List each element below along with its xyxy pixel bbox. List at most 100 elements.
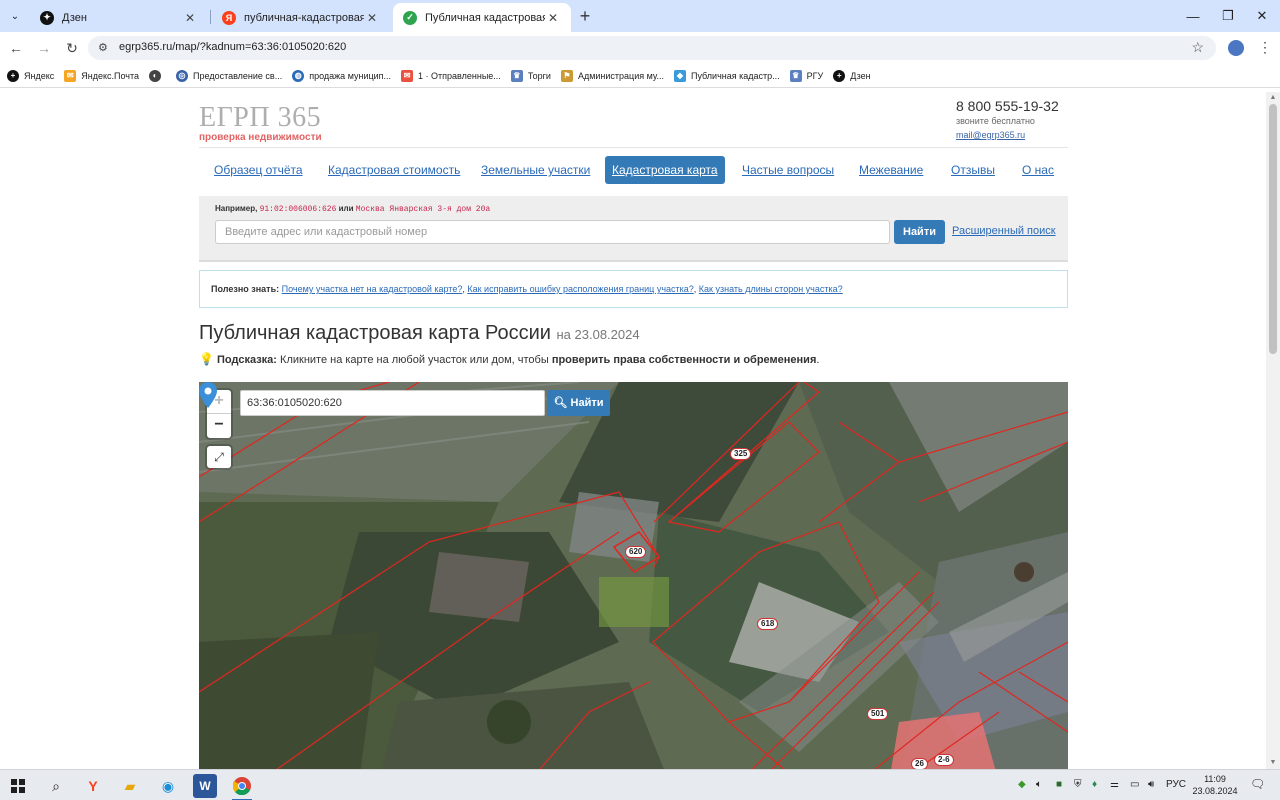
tab-title: Публичная кадастровая карта: [425, 11, 545, 24]
bookmark-yandex[interactable]: + Яндекс: [7, 69, 54, 82]
tray-app-icon-2[interactable]: ♦: [1092, 779, 1097, 790]
page-title-date: на 23.08.2024: [556, 327, 640, 342]
nav-cadastral-value[interactable]: Кадастровая стоимость: [328, 156, 460, 184]
profile-avatar[interactable]: [1228, 40, 1244, 56]
network-icon[interactable]: ▭: [1130, 779, 1139, 790]
bookmark-label: 1 · Отправленные...: [418, 70, 501, 81]
chrome-icon[interactable]: [230, 774, 254, 800]
edge-icon[interactable]: ◉: [156, 774, 180, 798]
zoom-out-button[interactable]: −: [207, 414, 231, 438]
tray-app-icon[interactable]: ■: [1056, 779, 1062, 790]
reload-button[interactable]: ↻: [62, 38, 82, 58]
volume-mixer-icon[interactable]: 🔈︎: [1036, 779, 1042, 790]
tab-search-button[interactable]: ⌄: [4, 6, 26, 26]
address-bar[interactable]: ⚙ egrp365.ru/map/?kadnum=63:36:0105020:6…: [88, 36, 1216, 60]
site-logo[interactable]: ЕГРП 365 проверка недвижимости: [199, 104, 322, 144]
start-windows-icon[interactable]: [6, 774, 30, 798]
tab-dzen[interactable]: ✦ Дзен ✕: [30, 3, 208, 32]
advanced-search-link[interactable]: Расширенный поиск: [952, 225, 1056, 237]
parcel-label[interactable]: 501: [867, 708, 889, 720]
search-icon: 🔍︎: [553, 397, 568, 409]
parcel-label[interactable]: 26: [911, 758, 928, 769]
cadastral-map[interactable]: + − ⤢ 63:36:0105020:620 🔍︎ Найти 325 620…: [199, 382, 1068, 769]
parcel-label[interactable]: 618: [757, 618, 779, 630]
bookmark-yandex-mail[interactable]: ✉ Яндекс.Почта: [64, 69, 139, 82]
bookmark-torgi[interactable]: ♛ Торги: [510, 69, 551, 82]
gov-icon: ◎: [176, 69, 189, 82]
map-marker-icon[interactable]: [199, 382, 217, 408]
restore-button[interactable]: ❐: [1210, 0, 1246, 32]
clock-date: 23.08.2024: [1192, 786, 1238, 796]
useful-link-side-lengths[interactable]: Как узнать длины сторон участка?: [699, 284, 843, 294]
useful-label: Полезно знать:: [211, 284, 280, 294]
search-button[interactable]: Найти: [894, 220, 945, 244]
bookmark-label: Администрация му...: [577, 70, 664, 81]
scroll-down-icon[interactable]: ▼: [1266, 757, 1280, 769]
file-explorer-icon[interactable]: ▰: [118, 774, 142, 798]
nav-surveying[interactable]: Межевание: [859, 156, 923, 184]
search-icon[interactable]: ⌕: [44, 774, 68, 798]
bookmark-administration[interactable]: ⚑ Администрация му...: [560, 69, 664, 82]
parcel-label[interactable]: 325: [730, 448, 752, 460]
speaker-icon[interactable]: 🔊︎: [1148, 779, 1154, 790]
fullscreen-icon[interactable]: ⤢: [207, 446, 231, 468]
bookmark-star-icon[interactable]: ☆: [1191, 39, 1204, 56]
nav-sample-report[interactable]: Образец отчёта: [214, 156, 303, 184]
map-search-input[interactable]: 63:36:0105020:620: [240, 390, 545, 416]
bookmark-dzen[interactable]: + Дзен: [833, 69, 871, 82]
notification-icon[interactable]: 🗨︎: [1250, 777, 1265, 791]
yandex-browser-icon[interactable]: Y: [81, 774, 105, 798]
minimize-button[interactable]: —: [1175, 0, 1211, 32]
nav-about[interactable]: О нас: [1022, 156, 1054, 184]
bookmark-label: продажа муницип...: [309, 70, 392, 81]
globe-icon: ◐: [149, 69, 162, 82]
close-icon[interactable]: ✕: [364, 10, 380, 26]
nav-land-plots[interactable]: Земельные участки: [481, 156, 590, 184]
tab-cadastral-map[interactable]: ✓ Публичная кадастровая карта ✕: [393, 3, 571, 32]
map-search-button[interactable]: 🔍︎ Найти: [547, 390, 610, 416]
parcel-label-selected[interactable]: 620: [625, 546, 647, 558]
menu-kebab-icon[interactable]: ⋮: [1258, 38, 1272, 56]
useful-link-fix-boundaries[interactable]: Как исправить ошибку расположения границ…: [467, 284, 693, 294]
tray-usb-icon[interactable]: ⚌: [1110, 779, 1119, 790]
bookmark-services[interactable]: ◎ Предоставление св...: [176, 69, 283, 82]
tab-title: Дзен: [62, 11, 87, 24]
page-scrollbar[interactable]: ▲ ▼: [1266, 92, 1280, 769]
page-viewport: ЕГРП 365 проверка недвижимости 8 800 555…: [0, 92, 1266, 769]
zen-icon: +: [833, 69, 846, 82]
search-example: Например, 91:02:006006:626 или Москва Ян…: [215, 204, 490, 214]
nav-reviews[interactable]: Отзывы: [951, 156, 995, 184]
bookmark-globe[interactable]: ◐: [149, 69, 166, 82]
input-language[interactable]: РУС: [1166, 779, 1186, 790]
close-icon[interactable]: ✕: [182, 10, 198, 26]
nav-cadastral-map[interactable]: Кадастровая карта: [605, 156, 725, 184]
search-panel: Например, 91:02:006006:626 или Москва Ян…: [199, 196, 1068, 262]
back-button[interactable]: ←: [6, 38, 26, 58]
bookmark-label: Предоставление св...: [193, 70, 283, 81]
useful-link-missing-parcel[interactable]: Почему участка нет на кадастровой карте?: [282, 284, 463, 294]
tab-search-yandex[interactable]: Я публичная-кадастровая-карта ✕: [212, 3, 390, 32]
close-icon[interactable]: ✕: [545, 10, 561, 26]
new-tab-button[interactable]: +: [576, 7, 594, 25]
mail-icon: ✉: [64, 69, 77, 82]
bookmark-sent-mail[interactable]: ✉ 1 · Отправленные...: [401, 69, 501, 82]
scroll-up-icon[interactable]: ▲: [1266, 92, 1280, 104]
bookmark-rgu[interactable]: ♛ РГУ: [789, 69, 823, 82]
phone-number[interactable]: 8 800 555-19-32: [956, 98, 1076, 114]
tray-kaspersky-icon[interactable]: ◆: [1018, 779, 1026, 790]
cadastre-icon: ◆: [673, 69, 686, 82]
forward-button[interactable]: →: [34, 38, 54, 58]
address-search-input[interactable]: Введите адрес или кадастровый номер: [215, 220, 890, 244]
bookmark-cadastre[interactable]: ◆ Публичная кадастр...: [673, 69, 780, 82]
nav-faq[interactable]: Частые вопросы: [742, 156, 834, 184]
site-info-icon[interactable]: ⚙: [98, 41, 108, 54]
system-clock[interactable]: 11:09 23.08.2024: [1190, 773, 1240, 797]
word-icon[interactable]: W: [193, 774, 217, 798]
tab-title: публичная-кадастровая-карта: [244, 11, 364, 24]
email-link[interactable]: mail@egrp365.ru: [956, 130, 1076, 140]
close-window-button[interactable]: ✕: [1244, 0, 1280, 32]
scrollbar-thumb[interactable]: [1269, 104, 1277, 354]
bookmark-sale[interactable]: ◍ продажа муницип...: [292, 69, 392, 82]
parcel-label[interactable]: 2-6: [934, 754, 954, 766]
tray-security-icon[interactable]: ⛨: [1074, 779, 1082, 790]
